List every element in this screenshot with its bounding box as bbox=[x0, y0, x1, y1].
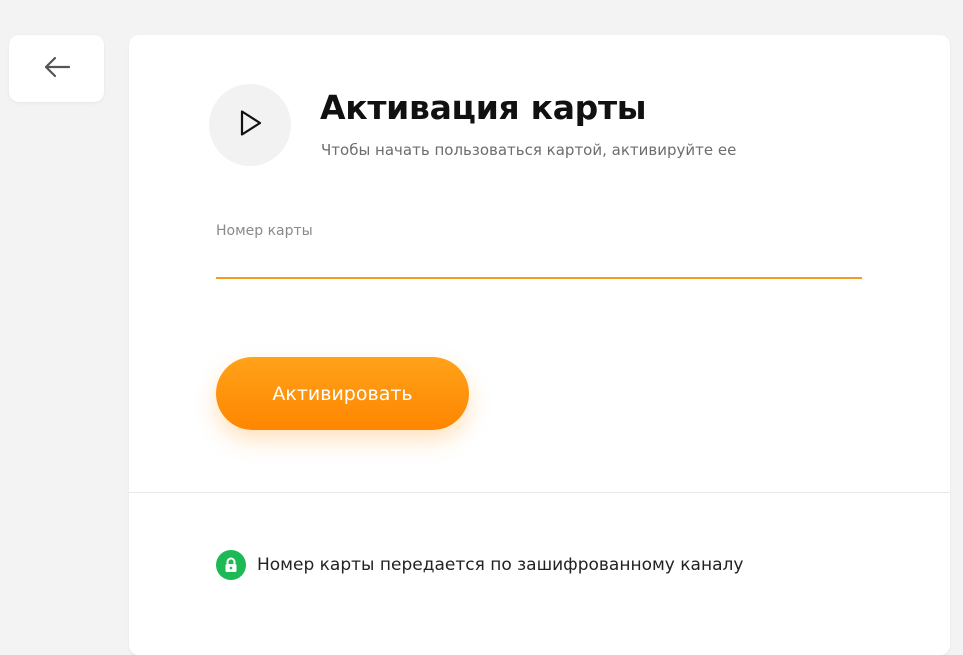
play-icon bbox=[235, 108, 265, 142]
back-button[interactable] bbox=[9, 35, 104, 102]
secure-notice: Номер карты передается по зашифрованному… bbox=[216, 550, 743, 580]
play-icon-badge bbox=[209, 84, 291, 166]
activation-card: Активация карты Чтобы начать пользоватьс… bbox=[129, 35, 950, 655]
card-number-input[interactable] bbox=[216, 245, 862, 279]
secure-notice-text: Номер карты передается по зашифрованному… bbox=[257, 555, 744, 575]
page-subtitle: Чтобы начать пользоваться картой, активи… bbox=[321, 141, 737, 159]
lock-icon bbox=[216, 550, 246, 580]
activate-button[interactable]: Активировать bbox=[216, 357, 469, 430]
page-title: Активация карты bbox=[320, 88, 647, 127]
arrow-left-icon bbox=[43, 56, 71, 82]
card-number-label: Номер карты bbox=[216, 223, 313, 239]
divider bbox=[129, 492, 950, 493]
